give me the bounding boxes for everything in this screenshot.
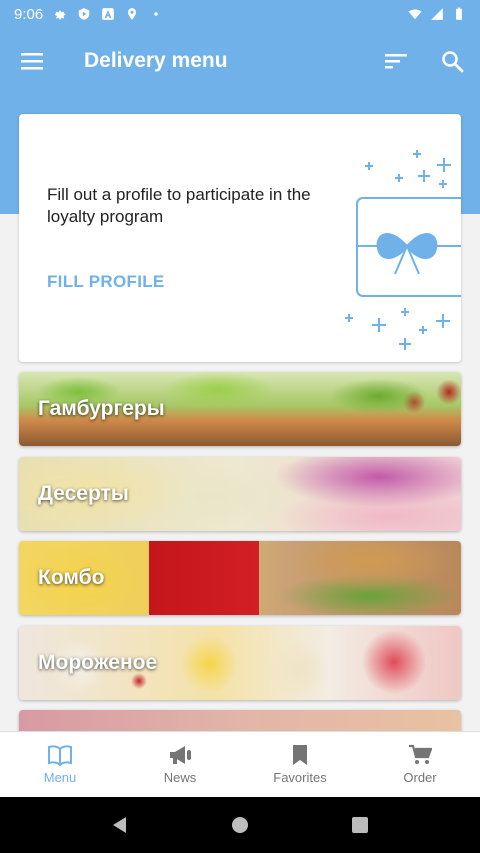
category-card-desserts[interactable]: Десерты <box>19 457 461 531</box>
nav-label: Menu <box>43 770 77 785</box>
category-card-burgers[interactable]: Гамбургеры <box>19 372 461 446</box>
status-bar: 9:06 <box>0 0 480 28</box>
cart-icon <box>409 744 432 764</box>
nav-label: Favorites <box>273 770 327 785</box>
nav-item-favorites[interactable]: Favorites <box>240 732 360 797</box>
category-label: Гамбургеры <box>38 397 165 420</box>
fill-profile-button[interactable]: FILL PROFILE <box>47 272 165 292</box>
wifi-icon <box>408 9 422 20</box>
bookmark-icon <box>293 745 307 765</box>
recents-icon[interactable] <box>350 815 370 835</box>
status-time: 9:06 <box>14 5 44 23</box>
nav-item-news[interactable]: News <box>120 732 240 797</box>
loyalty-message: Fill out a profile to participate in the… <box>47 185 311 226</box>
loyalty-card: Fill out a profile to participate in the… <box>19 114 461 362</box>
a-icon <box>102 8 115 20</box>
search-button[interactable] <box>424 28 480 94</box>
back-icon[interactable] <box>110 815 130 835</box>
gift-card-icon <box>345 150 461 350</box>
category-label: Десерты <box>38 482 129 505</box>
search-icon <box>442 51 464 73</box>
location-icon <box>128 8 137 20</box>
app-bar: Delivery menu <box>0 28 480 94</box>
nav-label: News <box>163 770 197 785</box>
menu-button[interactable] <box>0 28 64 94</box>
megaphone-icon <box>170 746 191 764</box>
category-card-icecream[interactable]: Мороженое <box>19 626 461 700</box>
category-card-combo[interactable]: Комбо <box>19 541 461 615</box>
page-title: Delivery menu <box>84 49 228 72</box>
dot-icon <box>154 12 158 16</box>
nav-item-order[interactable]: Order <box>360 732 480 797</box>
gear-icon <box>54 10 66 20</box>
hamburger-icon <box>21 53 43 70</box>
signal-icon <box>431 8 443 20</box>
nav-item-menu[interactable]: Menu <box>0 732 120 797</box>
book-icon <box>48 745 72 766</box>
sort-icon <box>385 54 407 69</box>
nav-label: Order <box>403 770 437 785</box>
category-label: Комбо <box>38 566 105 589</box>
category-label: Мороженое <box>38 651 158 674</box>
battery-icon <box>456 7 462 20</box>
system-navigation-bar <box>0 797 480 853</box>
home-icon[interactable] <box>230 815 250 835</box>
play-shield-icon <box>78 8 90 20</box>
sort-button[interactable] <box>368 28 424 94</box>
bottom-navigation: Menu News Favorites Order <box>0 731 480 797</box>
